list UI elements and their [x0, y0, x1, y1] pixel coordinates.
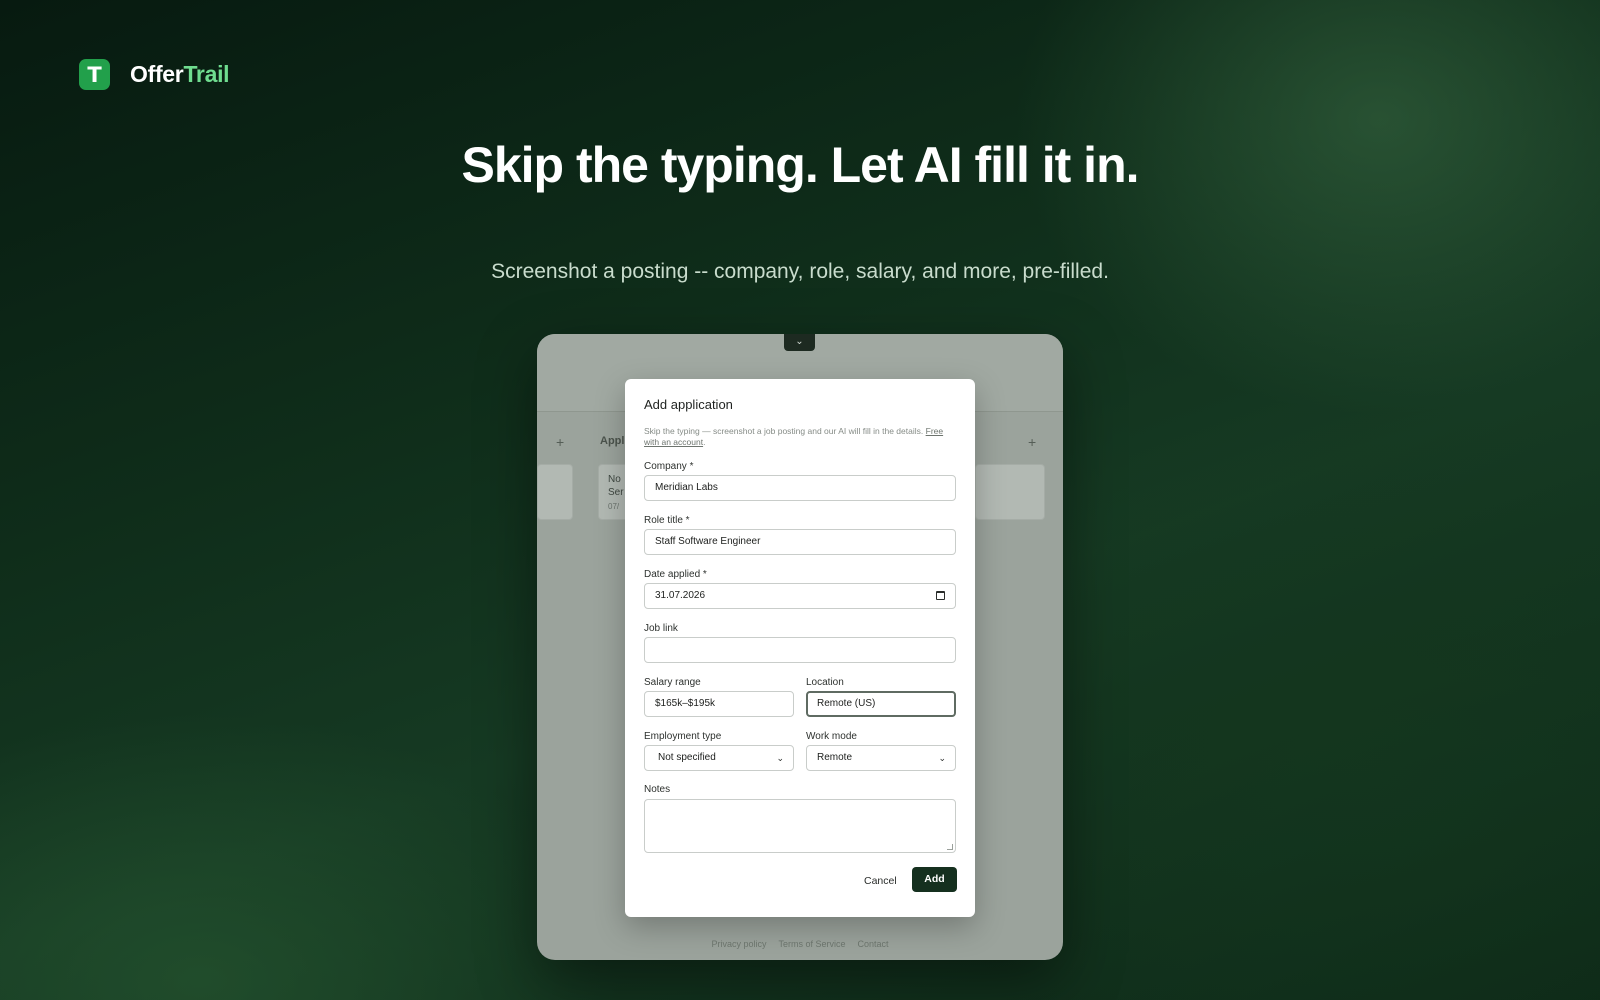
- date-applied-value: 31.07.2026: [655, 590, 706, 601]
- salary-range-label: Salary range: [644, 677, 701, 688]
- work-mode-value: Remote: [817, 752, 853, 763]
- notes-textarea[interactable]: [644, 799, 956, 853]
- brand-name-part2: Trail: [183, 61, 230, 87]
- hero-subline: Screenshot a posting -- company, role, s…: [491, 260, 1109, 283]
- location-label: Location: [806, 677, 844, 688]
- job-link-input[interactable]: [644, 637, 956, 663]
- board-column-label: Appl: [600, 435, 625, 447]
- work-mode-select[interactable]: Remote ⌄: [806, 745, 956, 771]
- employment-type-label: Employment type: [644, 731, 722, 742]
- brand-logo[interactable]: T OfferTrail: [79, 59, 230, 90]
- company-label: Company *: [644, 461, 694, 472]
- board-card-role: Ser: [608, 487, 624, 498]
- description-period: .: [703, 437, 706, 447]
- collapse-chevron-icon[interactable]: ⌄: [784, 334, 815, 351]
- logo-mark-icon: T: [79, 59, 110, 90]
- privacy-policy-link[interactable]: Privacy policy: [711, 939, 766, 949]
- contact-link[interactable]: Contact: [858, 939, 889, 949]
- hero-headline: Skip the typing. Let AI fill it in.: [461, 137, 1139, 193]
- date-applied-input[interactable]: 31.07.2026: [644, 583, 956, 609]
- employment-type-value: Not specified: [658, 752, 716, 763]
- location-input[interactable]: Remote (US): [806, 691, 956, 717]
- cancel-button[interactable]: Cancel: [856, 869, 905, 893]
- chevron-down-icon: ⌄: [938, 753, 946, 763]
- employment-type-select[interactable]: Not specified ⌄: [644, 745, 794, 771]
- dialog-description: Skip the typing — screenshot a job posti…: [644, 426, 956, 448]
- work-mode-label: Work mode: [806, 731, 857, 742]
- terms-of-service-link[interactable]: Terms of Service: [778, 939, 845, 949]
- board-card-date: 07/: [608, 502, 620, 511]
- role-title-label: Role title *: [644, 515, 690, 526]
- company-input[interactable]: Meridian Labs: [644, 475, 956, 501]
- app-preview-footer: Privacy policy Terms of Service Contact: [537, 939, 1063, 949]
- add-column-icon: +: [1028, 434, 1037, 450]
- calendar-icon[interactable]: [936, 591, 945, 600]
- job-link-label: Job link: [644, 623, 678, 634]
- brand-name-part1: Offer: [130, 61, 184, 87]
- resize-handle-icon[interactable]: [947, 844, 953, 850]
- board-card-company: No: [608, 474, 621, 485]
- board-card: [975, 464, 1045, 520]
- dialog-title: Add application: [644, 397, 733, 412]
- chevron-down-icon: ⌄: [776, 753, 784, 763]
- dialog-description-text: Skip the typing — screenshot a job posti…: [644, 426, 924, 436]
- role-title-input[interactable]: Staff Software Engineer: [644, 529, 956, 555]
- salary-range-input[interactable]: $165k–$195k: [644, 691, 794, 717]
- brand-name: OfferTrail: [130, 61, 230, 88]
- add-column-icon: +: [556, 434, 565, 450]
- add-application-dialog: Add application Skip the typing — screen…: [625, 379, 975, 917]
- board-card: [537, 464, 573, 520]
- date-applied-label: Date applied *: [644, 569, 707, 580]
- notes-label: Notes: [644, 784, 671, 795]
- add-button[interactable]: Add: [912, 867, 957, 892]
